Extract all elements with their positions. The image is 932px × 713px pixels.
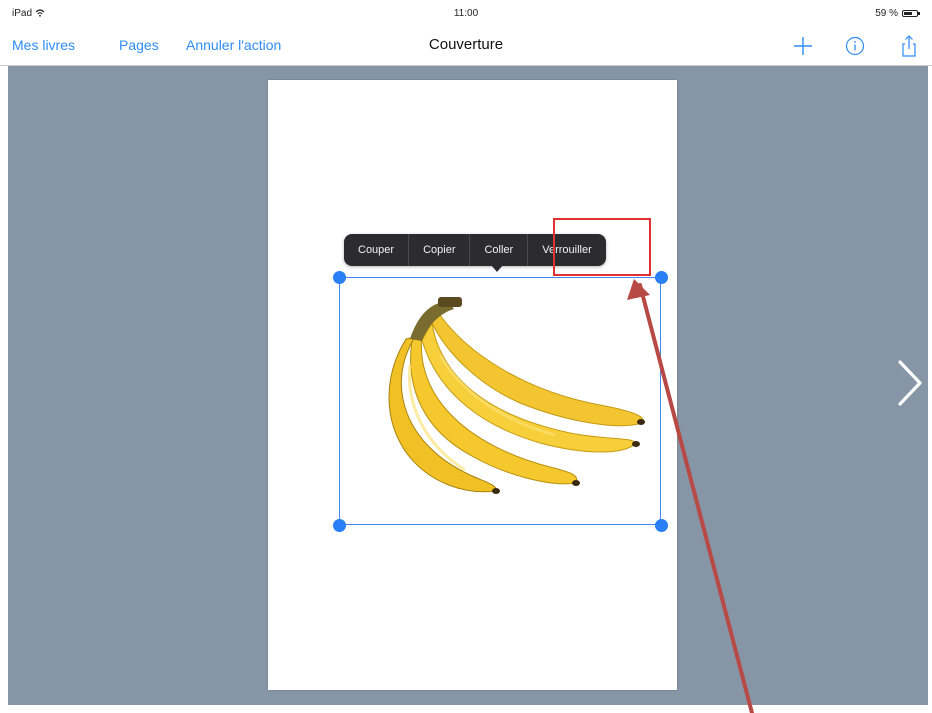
annotation-highlight-box <box>553 218 651 276</box>
menu-caret <box>491 265 503 272</box>
status-right: 59 % <box>875 8 920 19</box>
status-time: 11:00 <box>453 8 479 19</box>
resize-handle-top-left[interactable] <box>333 271 346 284</box>
share-icon[interactable] <box>895 32 923 60</box>
resize-handle-bottom-right[interactable] <box>655 519 668 532</box>
navigation-bar: Mes livres Pages Annuler l'action Couver… <box>0 26 932 66</box>
menu-item-copy[interactable]: Copier <box>409 234 471 266</box>
menu-item-cut[interactable]: Couper <box>344 234 410 266</box>
status-bar: iPad 11:00 59 % <box>0 0 932 26</box>
info-icon[interactable] <box>841 32 869 60</box>
resize-handle-top-right[interactable] <box>655 271 668 284</box>
menu-item-paste[interactable]: Coller <box>470 234 529 266</box>
chevron-right-icon[interactable] <box>892 356 926 410</box>
resize-handle-bottom-left[interactable] <box>333 519 346 532</box>
plus-icon[interactable] <box>789 32 817 60</box>
selection-frame[interactable] <box>339 277 661 525</box>
battery-percent: 59 % <box>875 8 898 19</box>
battery-icon <box>902 10 920 17</box>
